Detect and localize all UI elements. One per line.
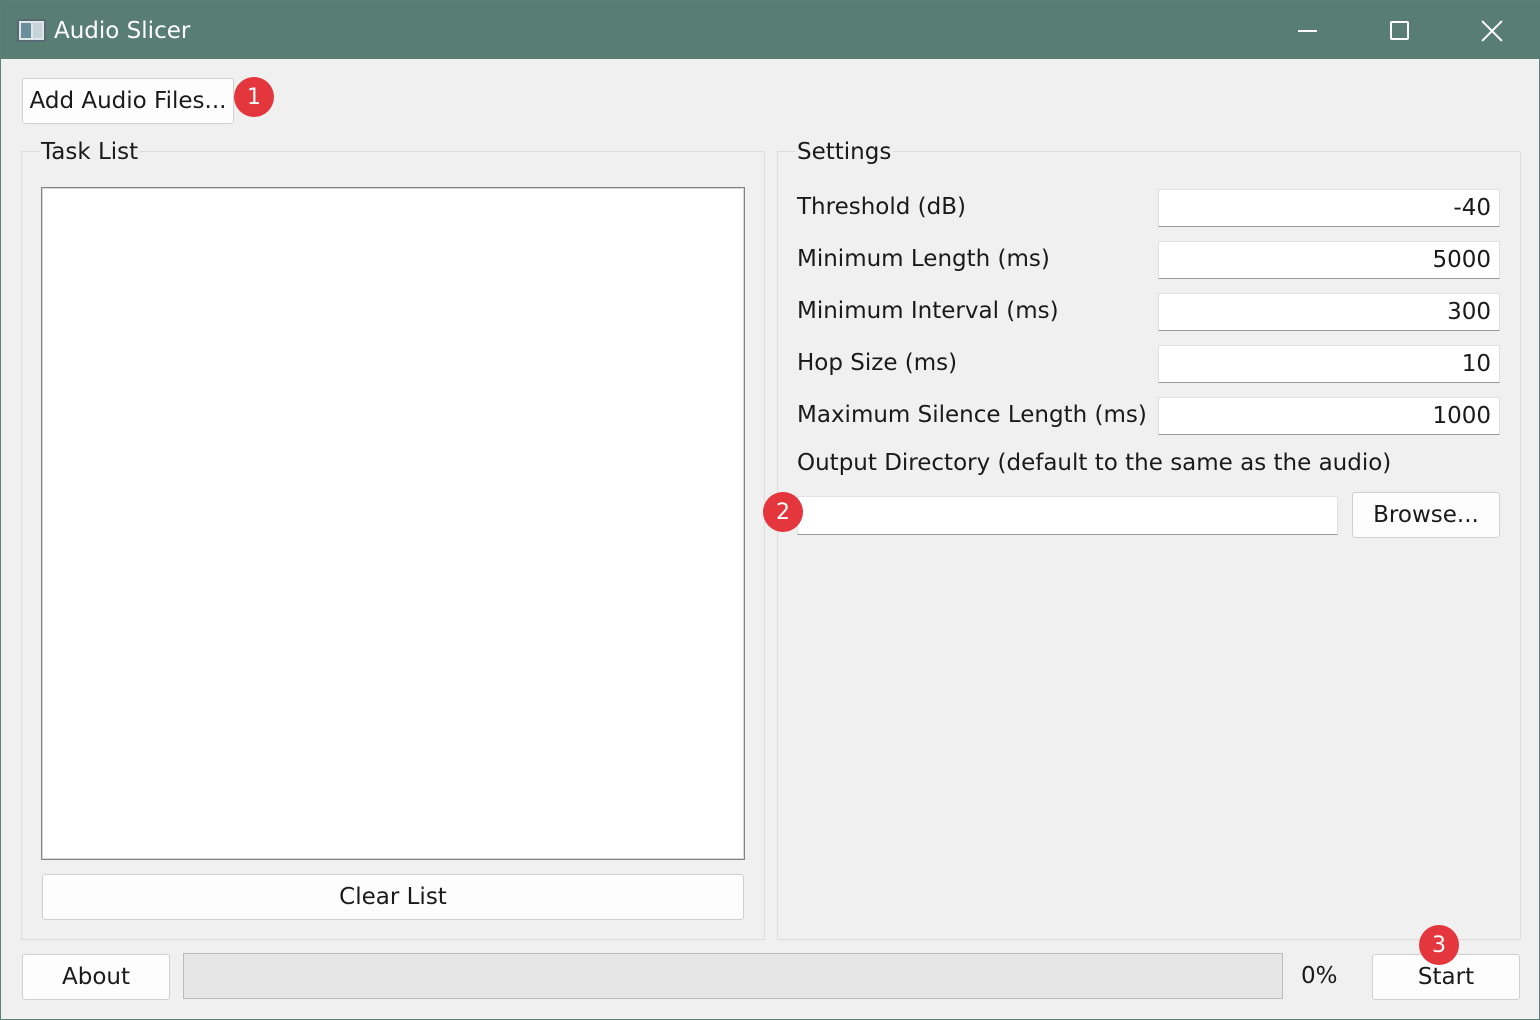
threshold-field[interactable] — [1158, 189, 1500, 227]
audio-slicer-window: Audio Slicer Add Audio Files... 1 Task L… — [0, 0, 1540, 1020]
marker-badge-1: 1 — [234, 77, 274, 117]
output-directory-field[interactable] — [797, 496, 1338, 535]
output-directory-label: Output Directory (default to the same as… — [797, 450, 1392, 476]
marker-badge-3: 3 — [1419, 925, 1459, 965]
min-length-label: Minimum Length (ms) — [797, 246, 1050, 272]
threshold-label: Threshold (dB) — [797, 194, 966, 220]
task-list-title: Task List — [39, 138, 141, 166]
settings-title: Settings — [795, 138, 894, 166]
min-interval-field[interactable] — [1158, 293, 1500, 331]
app-icon — [17, 19, 46, 42]
browse-button[interactable]: Browse... — [1352, 492, 1500, 538]
about-button[interactable]: About — [22, 954, 170, 1000]
marker-badge-2: 2 — [763, 492, 803, 532]
hop-size-field[interactable] — [1158, 345, 1500, 383]
task-list-box[interactable] — [41, 187, 745, 860]
hop-size-label: Hop Size (ms) — [797, 350, 958, 376]
close-button[interactable] — [1445, 1, 1537, 59]
progress-bar — [183, 953, 1283, 999]
min-length-field[interactable] — [1158, 241, 1500, 279]
window-title: Audio Slicer — [54, 18, 191, 44]
progress-percent: 0% — [1301, 963, 1338, 989]
maximize-button[interactable] — [1353, 1, 1445, 59]
max-silence-field[interactable] — [1158, 397, 1500, 435]
clear-list-button[interactable]: Clear List — [42, 874, 744, 920]
minimize-icon — [1298, 30, 1317, 32]
add-audio-files-button[interactable]: Add Audio Files... — [22, 78, 234, 124]
min-interval-label: Minimum Interval (ms) — [797, 298, 1059, 324]
minimize-button[interactable] — [1261, 1, 1353, 59]
maximize-icon — [1390, 21, 1409, 40]
max-silence-label: Maximum Silence Length (ms) — [797, 402, 1147, 428]
title-bar[interactable]: Audio Slicer — [1, 1, 1540, 59]
close-icon — [1481, 20, 1503, 42]
